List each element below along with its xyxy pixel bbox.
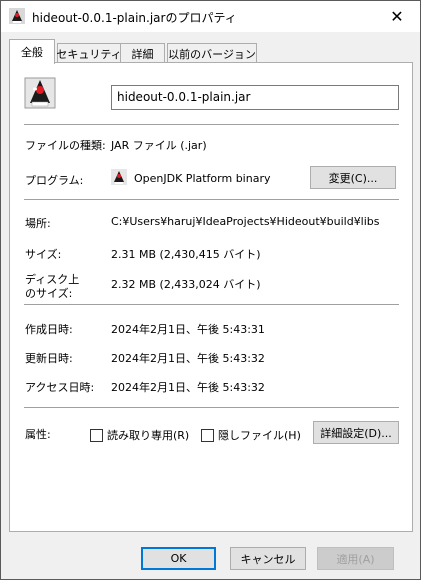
- tab-previous-versions[interactable]: 以前のバージョン: [167, 43, 257, 63]
- ok-button[interactable]: OK: [141, 547, 216, 570]
- close-icon: ✕: [390, 7, 404, 26]
- modified-value: 2024年2月1日、午後 5:43:32: [111, 352, 265, 365]
- java-duke-icon: [111, 169, 127, 185]
- location-value: C:¥Users¥haruj¥IdeaProjects¥Hideout¥buil…: [111, 215, 380, 228]
- cancel-button[interactable]: キャンセル: [230, 547, 306, 570]
- java-duke-icon: [9, 8, 25, 24]
- tab-security[interactable]: セキュリティ: [56, 43, 122, 63]
- divider: [24, 124, 399, 125]
- accessed-label: アクセス日時:: [25, 381, 95, 394]
- attributes-label: 属性:: [25, 428, 51, 441]
- disk-size-label-line2: のサイズ:: [25, 287, 73, 300]
- tab-general[interactable]: 全般: [9, 39, 55, 64]
- change-program-button[interactable]: 変更(C)...: [310, 166, 396, 189]
- general-panel: hideout-0.0.1-plain.jar ファイルの種類: JAR ファイ…: [9, 62, 413, 532]
- divider: [24, 199, 399, 200]
- size-label: サイズ:: [25, 248, 62, 261]
- program-value: OpenJDK Platform binary: [134, 172, 271, 185]
- title-bar[interactable]: hideout-0.0.1-plain.jarのプロパティ ✕: [1, 1, 420, 32]
- created-value: 2024年2月1日、午後 5:43:31: [111, 323, 265, 336]
- modified-label: 更新日時:: [25, 352, 73, 365]
- divider: [24, 304, 399, 305]
- location-label: 場所:: [25, 217, 51, 230]
- divider: [24, 407, 399, 408]
- checkbox-box[interactable]: [201, 428, 214, 442]
- advanced-attributes-button[interactable]: 詳細設定(D)...: [313, 421, 399, 444]
- java-duke-icon: [24, 77, 56, 109]
- tab-details[interactable]: 詳細: [120, 43, 165, 63]
- readonly-checkbox[interactable]: 読み取り専用(R): [90, 427, 189, 443]
- filename-input[interactable]: hideout-0.0.1-plain.jar: [111, 85, 399, 110]
- size-value: 2.31 MB (2,430,415 バイト): [111, 248, 261, 261]
- created-label: 作成日時:: [25, 323, 73, 336]
- hidden-checkbox[interactable]: 隠しファイル(H): [201, 427, 301, 443]
- disk-size-value: 2.32 MB (2,433,024 バイト): [111, 278, 261, 291]
- properties-window: hideout-0.0.1-plain.jarのプロパティ ✕ 全般 セキュリテ…: [0, 0, 421, 580]
- checkbox-box[interactable]: [90, 428, 103, 442]
- program-label: プログラム:: [25, 174, 84, 187]
- window-title: hideout-0.0.1-plain.jarのプロパティ: [32, 11, 237, 25]
- file-type-value: JAR ファイル (.jar): [111, 139, 207, 152]
- hidden-label: 隠しファイル(H): [218, 429, 301, 442]
- readonly-label: 読み取り専用(R): [107, 429, 190, 442]
- close-button[interactable]: ✕: [374, 1, 420, 32]
- accessed-value: 2024年2月1日、午後 5:43:32: [111, 381, 265, 394]
- apply-button[interactable]: 適用(A): [317, 547, 394, 570]
- file-type-label: ファイルの種類:: [25, 139, 106, 152]
